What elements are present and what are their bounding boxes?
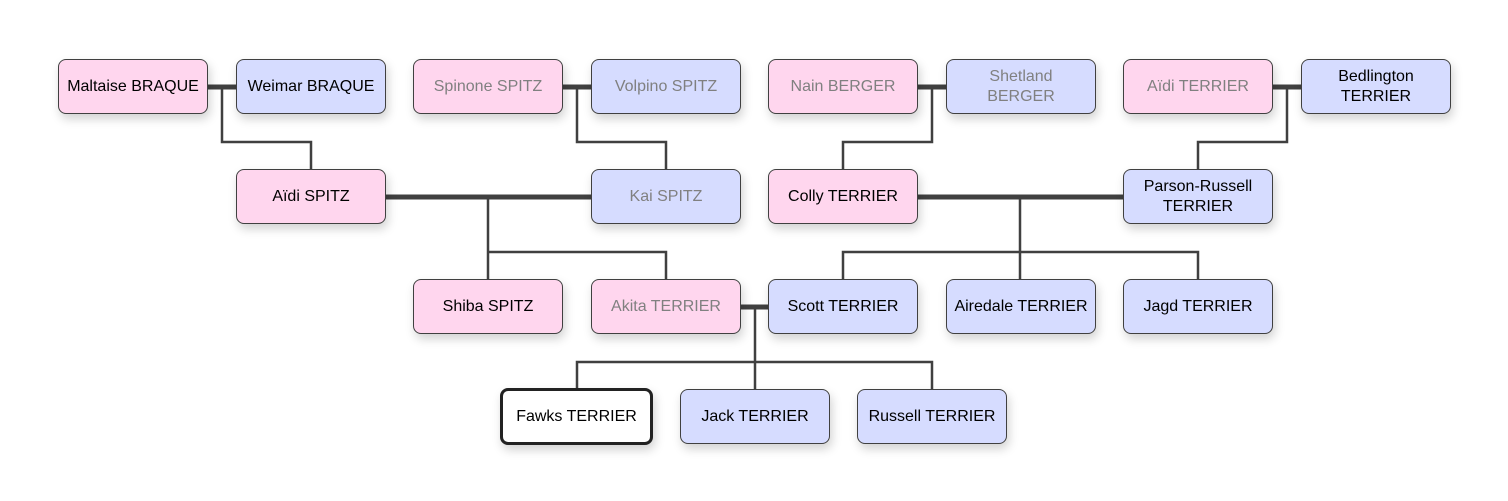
node-label: Kai SPITZ — [629, 187, 703, 205]
node-russell-terrier[interactable]: Russell TERRIER — [857, 389, 1007, 444]
node-label: Weimar BRAQUE — [247, 77, 375, 95]
node-jack-terrier[interactable]: Jack TERRIER — [680, 389, 830, 444]
node-colly-terrier[interactable]: Colly TERRIER — [768, 169, 918, 224]
node-label: Russell TERRIER — [868, 407, 996, 425]
node-label: Maltaise BRAQUE — [67, 77, 199, 95]
node-label: Spinone SPITZ — [433, 77, 543, 95]
node-label: Akita TERRIER — [611, 297, 721, 315]
node-label: Airedale TERRIER — [954, 297, 1088, 315]
node-weimar-braque[interactable]: Weimar BRAQUE — [236, 59, 386, 114]
node-label: Aïdi SPITZ — [272, 187, 350, 205]
node-kai-spitz[interactable]: Kai SPITZ — [591, 169, 741, 224]
node-jagd-terrier[interactable]: Jagd TERRIER — [1123, 279, 1273, 334]
node-label: Aïdi TERRIER — [1147, 77, 1249, 95]
node-spinone-spitz[interactable]: Spinone SPITZ — [413, 59, 563, 114]
node-akita-terrier[interactable]: Akita TERRIER — [591, 279, 741, 334]
node-label: Parson-Russell TERRIER — [1143, 177, 1253, 215]
node-label: Jagd TERRIER — [1143, 297, 1253, 315]
node-label: Shiba SPITZ — [442, 297, 534, 315]
node-label: Volpino SPITZ — [614, 77, 718, 95]
node-parson-russell-terrier[interactable]: Parson-Russell TERRIER — [1123, 169, 1273, 224]
node-maltaise-braque[interactable]: Maltaise BRAQUE — [58, 59, 208, 114]
node-fawks-terrier-selected[interactable]: Fawks TERRIER — [500, 388, 653, 445]
node-airedale-terrier[interactable]: Airedale TERRIER — [946, 279, 1096, 334]
node-shetland-berger[interactable]: Shetland BERGER — [946, 59, 1096, 114]
descent-links — [220, 87, 1289, 389]
node-aidi-spitz[interactable]: Aïdi SPITZ — [236, 169, 386, 224]
node-nain-berger[interactable]: Nain BERGER — [768, 59, 918, 114]
node-shiba-spitz[interactable]: Shiba SPITZ — [413, 279, 563, 334]
node-label: Bedlington TERRIER — [1338, 67, 1414, 105]
descent-link — [488, 250, 668, 279]
node-bedlington-terrier[interactable]: Bedlington TERRIER — [1301, 59, 1451, 114]
node-aidi-terrier[interactable]: Aïdi TERRIER — [1123, 59, 1273, 114]
node-label: Fawks TERRIER — [516, 407, 637, 425]
node-volpino-spitz[interactable]: Volpino SPITZ — [591, 59, 741, 114]
node-label: Scott TERRIER — [787, 297, 899, 315]
node-label: Shetland BERGER — [987, 67, 1055, 105]
node-label: Jack TERRIER — [701, 407, 809, 425]
node-label: Nain BERGER — [790, 77, 896, 95]
node-scott-terrier[interactable]: Scott TERRIER — [768, 279, 918, 334]
node-label: Colly TERRIER — [788, 187, 898, 205]
